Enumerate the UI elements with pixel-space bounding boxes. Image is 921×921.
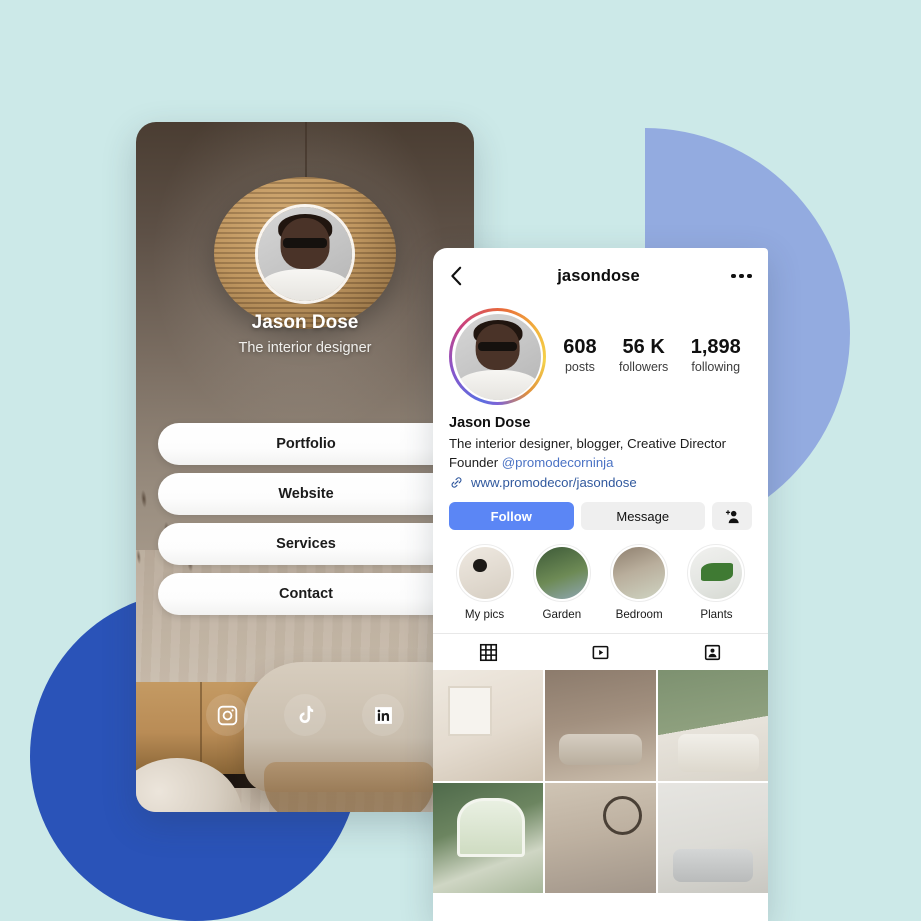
stat-posts-value: 608 xyxy=(563,336,597,358)
reels-icon xyxy=(592,645,609,659)
bio-line-1: The interior designer, blogger, Creative… xyxy=(449,436,727,451)
grid-post[interactable] xyxy=(545,782,656,893)
highlight-my-pics[interactable]: My pics xyxy=(453,544,516,621)
instagram-profile-card: jasondose 608 posts 56 K followers 1,898… xyxy=(433,248,768,921)
bio-founder-text: Founder xyxy=(449,455,502,471)
stat-posts[interactable]: 608 posts xyxy=(563,335,596,374)
link-button-contact[interactable]: Contact xyxy=(158,573,478,615)
tagged-icon xyxy=(704,644,720,660)
profile-tabs xyxy=(433,633,768,670)
highlight-label: My pics xyxy=(464,608,505,622)
bio-line-2: Founder @promodecorninja xyxy=(449,453,752,472)
grid-post[interactable] xyxy=(433,782,544,893)
tab-reels[interactable] xyxy=(545,643,657,662)
website-link[interactable]: www.promodecor/jasondose xyxy=(449,475,752,490)
stat-following-value: 1,898 xyxy=(690,336,741,358)
stat-posts-label: posts xyxy=(564,360,595,374)
stat-following[interactable]: 1,898 following xyxy=(691,335,741,374)
story-highlights: My pics Garden Bedroom Plants xyxy=(433,530,768,621)
grid-post[interactable] xyxy=(433,670,544,781)
link-button-list: Portfolio Website Services Contact xyxy=(158,423,478,623)
grid-post[interactable] xyxy=(545,670,656,781)
profile-full-name: Jason Dose xyxy=(449,415,531,431)
linkedin-icon xyxy=(374,706,392,724)
stat-followers-label: followers xyxy=(618,360,669,374)
linkedin-link[interactable] xyxy=(362,694,404,736)
instagram-icon xyxy=(217,705,237,725)
link-button-services[interactable]: Services xyxy=(158,523,478,565)
highlight-plants[interactable]: Plants xyxy=(685,544,748,621)
stat-followers[interactable]: 56 K followers xyxy=(619,335,668,374)
add-person-icon xyxy=(725,510,739,523)
avatar-story-ring[interactable] xyxy=(449,308,546,405)
chevron-left-icon xyxy=(451,266,462,286)
grid-icon xyxy=(480,643,498,661)
link-icon xyxy=(451,477,462,488)
profile-bio: Jason Dose The interior designer, blogge… xyxy=(433,405,768,490)
poster-stage: Jason Dose The interior designer Portfol… xyxy=(0,0,921,921)
stat-following-label: following xyxy=(691,360,741,374)
profile-stats: 608 posts 56 K followers 1,898 following xyxy=(546,335,752,378)
stat-followers-value: 56 K xyxy=(622,336,665,358)
profile-handle: jasondose xyxy=(557,266,640,285)
more-options-icon xyxy=(731,273,736,279)
bio-mention-link[interactable]: @promodecorninja xyxy=(502,455,614,470)
grid-post[interactable] xyxy=(657,782,768,893)
social-links xyxy=(136,694,474,736)
highlight-garden[interactable]: Garden xyxy=(530,544,593,621)
highlight-bedroom[interactable]: Bedroom xyxy=(608,544,671,621)
profile-header-row: 608 posts 56 K followers 1,898 following xyxy=(433,304,768,405)
instagram-link[interactable] xyxy=(206,694,248,736)
profile-topbar: jasondose xyxy=(433,248,768,304)
back-button[interactable] xyxy=(449,265,475,287)
avatar xyxy=(454,313,541,400)
posts-grid xyxy=(433,670,768,893)
tab-tagged[interactable] xyxy=(656,643,768,662)
add-person-button[interactable] xyxy=(712,502,752,531)
highlight-label: Bedroom xyxy=(615,608,663,622)
profile-tagline: The interior designer xyxy=(238,340,372,356)
more-options-button[interactable] xyxy=(722,273,752,279)
avatar xyxy=(255,204,355,304)
tiktok-icon xyxy=(299,705,313,723)
profile-action-buttons: Follow Message xyxy=(433,490,768,531)
profile-name: Jason Dose xyxy=(251,312,359,333)
tiktok-link[interactable] xyxy=(284,694,326,736)
website-url: www.promodecor/jasondose xyxy=(471,475,637,491)
highlight-label: Plants xyxy=(700,608,733,622)
tab-posts-grid[interactable] xyxy=(433,643,545,662)
follow-button[interactable]: Follow xyxy=(449,502,574,531)
link-button-portfolio[interactable]: Portfolio xyxy=(158,423,478,465)
grid-post[interactable] xyxy=(657,670,768,781)
highlight-label: Garden xyxy=(542,608,582,622)
message-button[interactable]: Message xyxy=(580,502,705,531)
link-button-website[interactable]: Website xyxy=(158,473,478,515)
